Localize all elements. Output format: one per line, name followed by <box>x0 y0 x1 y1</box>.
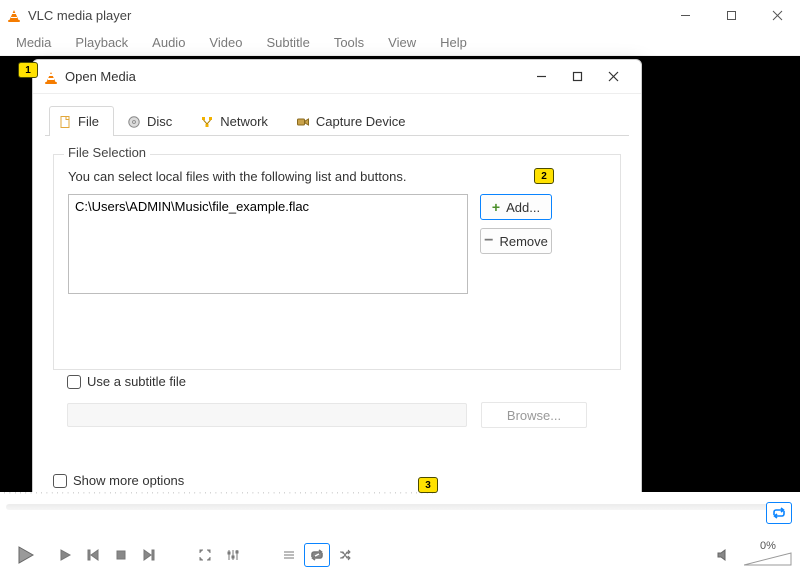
capture-device-icon <box>296 115 310 129</box>
previous-button[interactable] <box>80 543 106 567</box>
tab-network[interactable]: Network <box>191 106 283 136</box>
maximize-button[interactable] <box>708 0 754 30</box>
subtitle-file-input <box>67 403 467 427</box>
file-buttons-column: + Add... − Remove <box>480 194 552 294</box>
timeline-zone: ' ' ' ' ' ' ' ' ' ' ' ' ' ' ' ' ' ' ' ' … <box>0 492 800 532</box>
main-titlebar: VLC media player <box>0 0 800 30</box>
show-more-options-checkbox[interactable] <box>53 474 67 488</box>
app-window: VLC media player Media Playback Audio Vi… <box>0 0 800 578</box>
menu-video[interactable]: Video <box>197 31 254 54</box>
add-button[interactable]: + Add... <box>480 194 552 220</box>
loop-button[interactable] <box>304 543 330 567</box>
window-title: VLC media player <box>28 8 131 23</box>
vlc-cone-icon <box>43 69 59 85</box>
show-more-options-label: Show more options <box>73 473 184 488</box>
volume-percent: 0% <box>760 540 776 552</box>
play-button[interactable] <box>8 540 42 570</box>
use-subtitle-checkbox[interactable] <box>67 375 81 389</box>
use-subtitle-label: Use a subtitle file <box>87 374 186 389</box>
menu-tools[interactable]: Tools <box>322 31 376 54</box>
close-button[interactable] <box>754 0 800 30</box>
menu-media[interactable]: Media <box>4 31 63 54</box>
step-badge-2: 2 <box>534 168 554 184</box>
menu-audio[interactable]: Audio <box>140 31 197 54</box>
view-buttons <box>192 543 246 567</box>
play-small-button[interactable] <box>52 543 78 567</box>
remove-button[interactable]: − Remove <box>480 228 552 254</box>
dialog-maximize-button[interactable] <box>559 62 595 92</box>
file-selection-legend: File Selection <box>64 145 150 160</box>
timeline-marks: ' ' ' ' ' ' ' ' ' ' ' ' ' ' ' ' ' ' ' ' … <box>4 492 796 502</box>
plus-icon: + <box>492 200 500 214</box>
browse-subtitle-button: Browse... <box>481 402 587 428</box>
fullscreen-button[interactable] <box>192 543 218 567</box>
minus-icon: − <box>484 233 493 249</box>
file-icon <box>58 115 72 129</box>
mute-button[interactable] <box>710 543 736 567</box>
step-badge-1: 1 <box>18 62 38 78</box>
vlc-cone-icon <box>6 7 22 23</box>
stop-button[interactable] <box>108 543 134 567</box>
dialog-minimize-button[interactable] <box>523 62 559 92</box>
add-button-label: Add... <box>506 200 540 215</box>
tab-file[interactable]: File <box>49 106 114 136</box>
window-buttons <box>662 0 800 30</box>
disc-icon <box>127 115 141 129</box>
use-subtitle-row: Use a subtitle file <box>67 374 186 389</box>
dialog-titlebar[interactable]: Open Media <box>33 60 641 94</box>
show-more-options-row: Show more options <box>53 473 184 488</box>
tab-label: File <box>78 114 99 129</box>
subtitle-input-row: Browse... <box>67 402 607 428</box>
file-selection-group: File Selection You can select local file… <box>53 154 621 370</box>
dialog-tabstrip: File Disc Network Capture Device <box>45 102 629 136</box>
menu-view[interactable]: View <box>376 31 428 54</box>
tab-label: Disc <box>147 114 172 129</box>
playback-buttons <box>52 543 162 567</box>
next-button[interactable] <box>136 543 162 567</box>
file-selection-help: You can select local files with the foll… <box>68 169 606 184</box>
player-controls: 0% <box>0 532 800 578</box>
remove-button-label: Remove <box>499 234 547 249</box>
minimize-button[interactable] <box>662 0 708 30</box>
seek-slider[interactable] <box>6 504 792 510</box>
dialog-title: Open Media <box>65 69 136 84</box>
tab-label: Capture Device <box>316 114 406 129</box>
menu-playback[interactable]: Playback <box>63 31 140 54</box>
open-media-dialog: Open Media File Disc Network <box>32 59 642 539</box>
file-list-item[interactable]: C:\Users\ADMIN\Music\file_example.flac <box>75 199 461 214</box>
tab-disc[interactable]: Disc <box>118 106 187 136</box>
volume-slider[interactable] <box>744 552 792 570</box>
menu-subtitle[interactable]: Subtitle <box>254 31 321 54</box>
playlist-buttons <box>276 543 358 567</box>
network-icon <box>200 115 214 129</box>
volume-area: 0% <box>710 540 792 570</box>
dialog-window-buttons <box>523 62 631 92</box>
dialog-close-button[interactable] <box>595 62 631 92</box>
volume-column: 0% <box>744 540 792 570</box>
tab-label: Network <box>220 114 268 129</box>
extended-settings-button[interactable] <box>220 543 246 567</box>
step-badge-3: 3 <box>418 477 438 493</box>
tab-capture-device[interactable]: Capture Device <box>287 106 421 136</box>
shuffle-button[interactable] <box>332 543 358 567</box>
file-list[interactable]: C:\Users\ADMIN\Music\file_example.flac <box>68 194 468 294</box>
menu-help[interactable]: Help <box>428 31 479 54</box>
ab-loop-button[interactable] <box>766 502 792 524</box>
playlist-button[interactable] <box>276 543 302 567</box>
menu-bar: Media Playback Audio Video Subtitle Tool… <box>0 30 800 56</box>
